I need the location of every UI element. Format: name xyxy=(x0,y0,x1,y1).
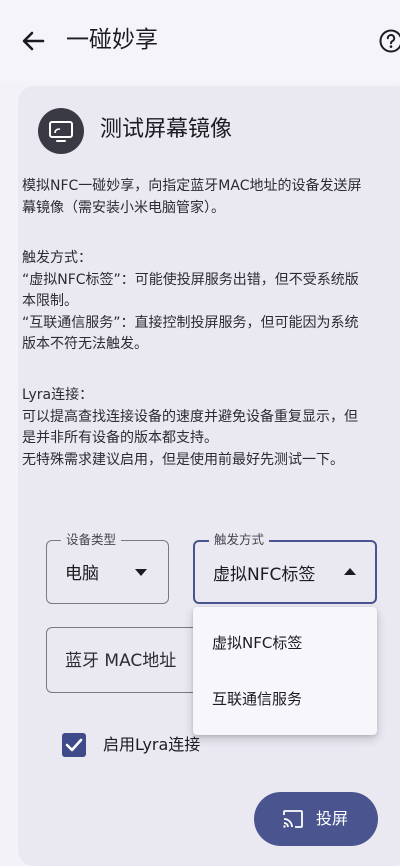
option-interconnect-service[interactable]: 互联通信服务 xyxy=(193,671,377,727)
trigger-mode-dropdown: 虚拟NFC标签 互联通信服务 xyxy=(193,607,377,735)
lyra-advice-text: 无特殊需求建议启用，但是使用前最好先测试一下。 xyxy=(22,450,370,472)
back-arrow-icon[interactable] xyxy=(18,26,48,56)
lyra-benefit-text: 可以提高查找连接设备的速度并避免设备重复显示，但是并非所有设备的版本都支持。 xyxy=(22,407,370,450)
trigger-virtual-nfc-text: “虚拟NFC标签”：可能使投屏服务出错，但不受系统版本限制。 xyxy=(22,270,370,313)
trigger-heading: 触发方式： xyxy=(22,248,370,270)
device-type-select[interactable]: 设备类型 电脑 xyxy=(46,540,169,604)
lyra-checkbox-label[interactable]: 启用Lyra连接 xyxy=(103,733,200,757)
device-type-value: 电脑 xyxy=(65,562,99,586)
device-type-label: 设备类型 xyxy=(61,530,121,550)
cast-button-label: 投屏 xyxy=(316,807,348,831)
chevron-down-icon xyxy=(135,569,147,577)
help-icon[interactable] xyxy=(378,28,400,54)
description: 模拟NFC一碰妙享，向指定蓝牙MAC地址的设备发送屏幕镜像（需安装小米电脑管家）… xyxy=(22,176,370,219)
app-bar: 一碰妙享 xyxy=(0,0,400,82)
page-title: 一碰妙享 xyxy=(66,24,158,56)
description-intro: 模拟NFC一碰妙享，向指定蓝牙MAC地址的设备发送屏幕镜像（需安装小米电脑管家）… xyxy=(22,176,370,219)
mac-address-placeholder: 蓝牙 MAC地址 xyxy=(65,649,176,673)
lyra-heading: Lyra连接： xyxy=(22,385,370,407)
trigger-mode-value: 虚拟NFC标签 xyxy=(213,563,323,587)
lyra-description: Lyra连接： 可以提高查找连接设备的速度并避免设备重复显示，但是并非所有设备的… xyxy=(22,385,370,471)
trigger-interconnect-text: “互联通信服务”：直接控制投屏服务，但可能因为系统版本不符无法触发。 xyxy=(22,313,370,356)
trigger-description: 触发方式： “虚拟NFC标签”：可能使投屏服务出错，但不受系统版本限制。 “互联… xyxy=(22,248,370,356)
option-virtual-nfc-tag[interactable]: 虚拟NFC标签 xyxy=(193,615,377,671)
screen-cast-icon xyxy=(38,108,84,154)
trigger-mode-select[interactable]: 触发方式 虚拟NFC标签 xyxy=(193,540,377,604)
chevron-up-icon xyxy=(344,568,356,576)
cast-icon xyxy=(282,809,304,829)
check-icon xyxy=(65,738,83,752)
mac-address-input[interactable]: 蓝牙 MAC地址 xyxy=(46,627,216,693)
cast-button[interactable]: 投屏 xyxy=(254,792,378,846)
lyra-checkbox[interactable] xyxy=(62,733,86,757)
card-title: 测试屏幕镜像 xyxy=(100,114,232,146)
trigger-mode-label: 触发方式 xyxy=(209,530,269,550)
